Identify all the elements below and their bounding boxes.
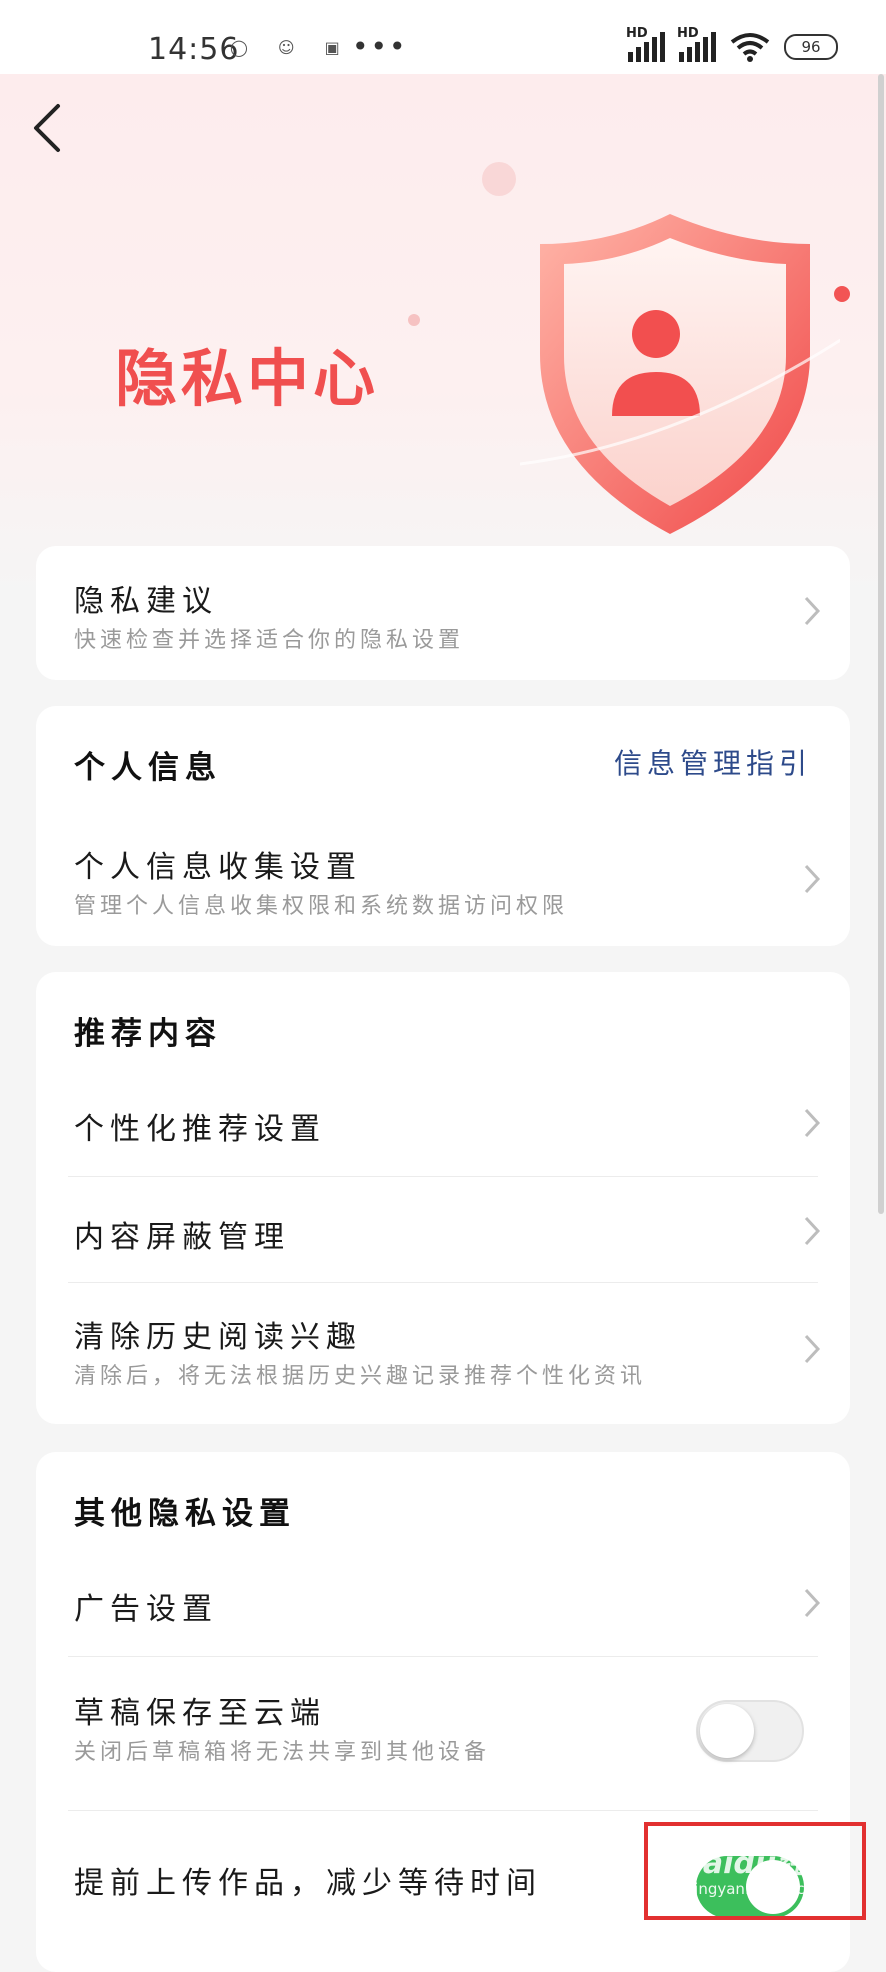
watermark-logo: Baidu经验: [680, 1846, 837, 1881]
notification-icon: ☺: [277, 38, 295, 57]
notification-icon: ◯: [230, 38, 248, 57]
privacy-suggest-title: 隐私建议: [74, 584, 218, 619]
personalized-title: 个性化推荐设置: [74, 1112, 326, 1147]
notification-icons: ◯ ☺ ▣: [230, 38, 340, 57]
info-guide-link[interactable]: 信息管理指引: [614, 742, 812, 782]
chevron-right-icon: [804, 1216, 821, 1246]
chevron-right-icon: [804, 1108, 821, 1138]
clear-interest-subtitle: 清除后，将无法根据历史兴趣记录推荐个性化资讯: [74, 1364, 647, 1389]
signal-icon: HD: [626, 26, 665, 62]
clear-interest-row[interactable]: 清除历史阅读兴趣 清除后，将无法根据历史兴趣记录推荐个性化资讯: [36, 1282, 850, 1418]
chevron-right-icon: [804, 1334, 821, 1364]
ad-settings-row[interactable]: 广告设置: [36, 1548, 850, 1656]
other-section-title: 其他隐私设置: [74, 1496, 296, 1532]
battery-icon: 96: [784, 34, 838, 60]
recommend-personalized-row[interactable]: 个性化推荐设置: [36, 1068, 850, 1176]
page-title: 隐私中心: [115, 342, 380, 415]
notification-icon: ▣: [324, 38, 340, 57]
chevron-right-icon: [804, 1588, 821, 1618]
draft-cloud-title: 草稿保存至云端: [74, 1696, 326, 1731]
more-notifications-icon: •••: [352, 30, 408, 63]
toggle-knob: [700, 1704, 754, 1758]
chevron-right-icon: [804, 864, 821, 894]
early-upload-title: 提前上传作品，减少等待时间: [74, 1866, 542, 1901]
clear-interest-title: 清除历史阅读兴趣: [74, 1320, 362, 1355]
decor-dot: [408, 314, 420, 326]
back-icon[interactable]: [28, 98, 68, 158]
status-bar: 14:56 ◯ ☺ ▣ ••• HD HD 96: [0, 0, 886, 74]
info-collect-row[interactable]: 个人信息收集设置 管理个人信息收集权限和系统数据访问权限: [36, 816, 850, 936]
info-collect-subtitle: 管理个人信息收集权限和系统数据访问权限: [74, 894, 569, 919]
content-block-title: 内容屏蔽管理: [74, 1220, 290, 1255]
hero-banner: 隐私中心: [0, 74, 886, 594]
personal-info-section-title: 个人信息: [74, 750, 222, 786]
draft-cloud-row: 草稿保存至云端 关闭后草稿箱将无法共享到其他设备: [36, 1656, 850, 1810]
info-collect-title: 个人信息收集设置: [74, 850, 362, 885]
draft-cloud-toggle[interactable]: [696, 1700, 804, 1762]
wifi-icon: [730, 33, 770, 62]
draft-cloud-subtitle: 关闭后草稿箱将无法共享到其他设备: [74, 1740, 491, 1765]
signal-hd-label: HD: [677, 26, 699, 41]
ad-settings-title: 广告设置: [74, 1592, 218, 1627]
signal-icon-2: HD: [677, 26, 716, 62]
privacy-suggest-card[interactable]: 隐私建议 快速检查并选择适合你的隐私设置: [36, 546, 850, 680]
decor-dot: [482, 162, 516, 196]
privacy-suggest-subtitle: 快速检查并选择适合你的隐私设置: [74, 628, 465, 653]
signal-hd-label: HD: [626, 26, 648, 41]
recommend-card: 推荐内容 个性化推荐设置 内容屏蔽管理 清除历史阅读兴趣 清除后，将无法根据历史…: [36, 972, 850, 1424]
chevron-right-icon: [804, 596, 821, 626]
status-time: 14:56: [148, 32, 240, 67]
personal-info-card: 个人信息 信息管理指引 个人信息收集设置 管理个人信息收集权限和系统数据访问权限: [36, 706, 850, 946]
watermark-url: jingyan.baidu.com: [690, 1880, 829, 1898]
recommend-section-title: 推荐内容: [74, 1016, 222, 1052]
scrollbar[interactable]: [878, 74, 884, 1214]
content-block-row[interactable]: 内容屏蔽管理: [36, 1176, 850, 1282]
shield-icon: [520, 214, 840, 534]
